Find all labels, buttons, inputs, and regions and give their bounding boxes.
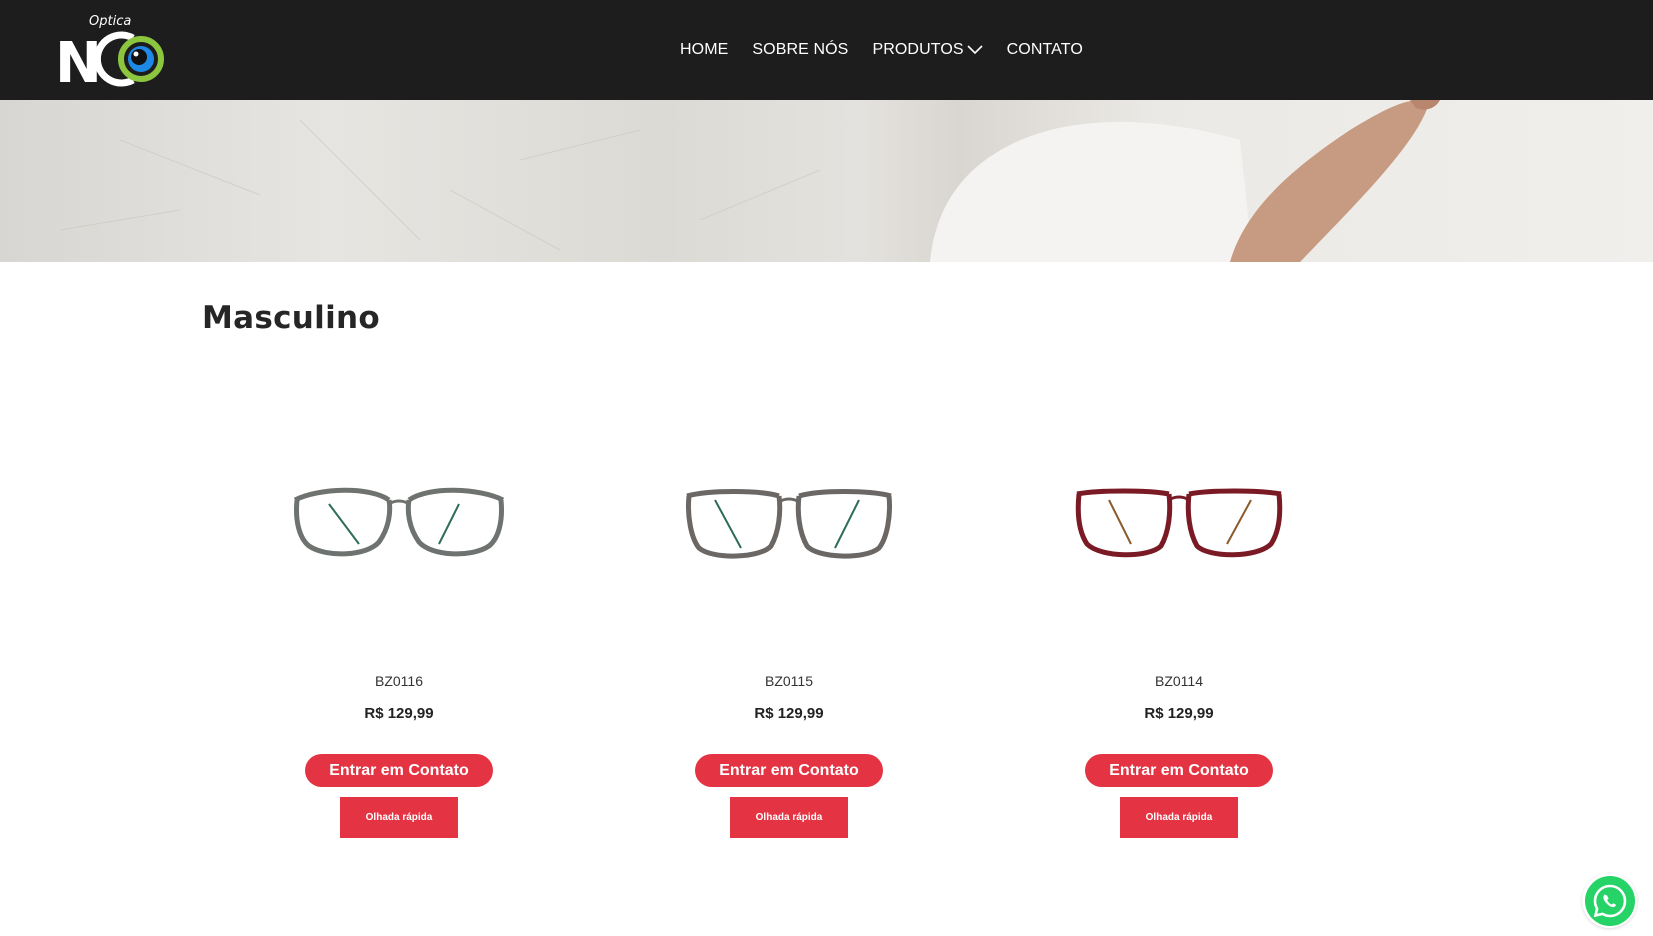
product-image-glasses[interactable] bbox=[289, 460, 509, 570]
nav-contato-label: CONTATO bbox=[1006, 41, 1083, 58]
nav-home-label: HOME bbox=[680, 41, 729, 58]
contact-button[interactable]: Entrar em Contato bbox=[1085, 754, 1273, 787]
contact-button[interactable]: Entrar em Contato bbox=[695, 754, 883, 787]
product-name[interactable]: BZ0116 bbox=[249, 673, 549, 689]
nav-sobre-nos[interactable]: SOBRE NÓS bbox=[752, 41, 848, 59]
logo-tag: Optica bbox=[89, 14, 132, 29]
product-card: BZ0115 R$ 129,99 Entrar em Contato Olhad… bbox=[639, 420, 939, 840]
chevron-down-icon bbox=[967, 45, 983, 55]
nav-contato[interactable]: CONTATO bbox=[1007, 41, 1083, 59]
product-name[interactable]: BZ0114 bbox=[1029, 673, 1329, 689]
product-image-glasses[interactable] bbox=[679, 460, 899, 570]
product-price: R$ 129,99 bbox=[754, 705, 824, 722]
main-nav: HOME SOBRE NÓS PRODUTOS CONTATO bbox=[680, 0, 1083, 100]
page-title: Masculino bbox=[202, 300, 380, 336]
logo[interactable]: Optica N bbox=[57, 12, 177, 90]
nav-sobre-nos-label: SOBRE NÓS bbox=[752, 41, 849, 58]
nav-home[interactable]: HOME bbox=[680, 41, 728, 59]
product-card: BZ0116 R$ 129,99 Entrar em Contato Olhad… bbox=[249, 420, 549, 840]
quick-view-button[interactable]: Olhada rápida bbox=[340, 797, 458, 838]
site-header: Optica N HOME SOBRE NÓS PRODUTOS CONTATO bbox=[0, 0, 1653, 100]
nav-produtos[interactable]: PRODUTOS bbox=[872, 41, 983, 59]
contact-button[interactable]: Entrar em Contato bbox=[305, 754, 493, 787]
quick-view-button[interactable]: Olhada rápida bbox=[730, 797, 848, 838]
product-price: R$ 129,99 bbox=[1144, 705, 1214, 722]
hero-image bbox=[59, 100, 1440, 262]
quick-view-button[interactable]: Olhada rápida bbox=[1120, 797, 1238, 838]
nav-produtos-label: PRODUTOS bbox=[872, 41, 964, 58]
product-name[interactable]: BZ0115 bbox=[639, 673, 939, 689]
whatsapp-button[interactable] bbox=[1582, 873, 1637, 928]
product-image-glasses[interactable] bbox=[1069, 460, 1289, 570]
logo-mark: N bbox=[57, 31, 164, 88]
product-card: BZ0114 R$ 129,99 Entrar em Contato Olhad… bbox=[1029, 420, 1329, 840]
whatsapp-icon bbox=[1584, 875, 1635, 926]
product-price: R$ 129,99 bbox=[364, 705, 434, 722]
hero-banner bbox=[0, 100, 1653, 262]
